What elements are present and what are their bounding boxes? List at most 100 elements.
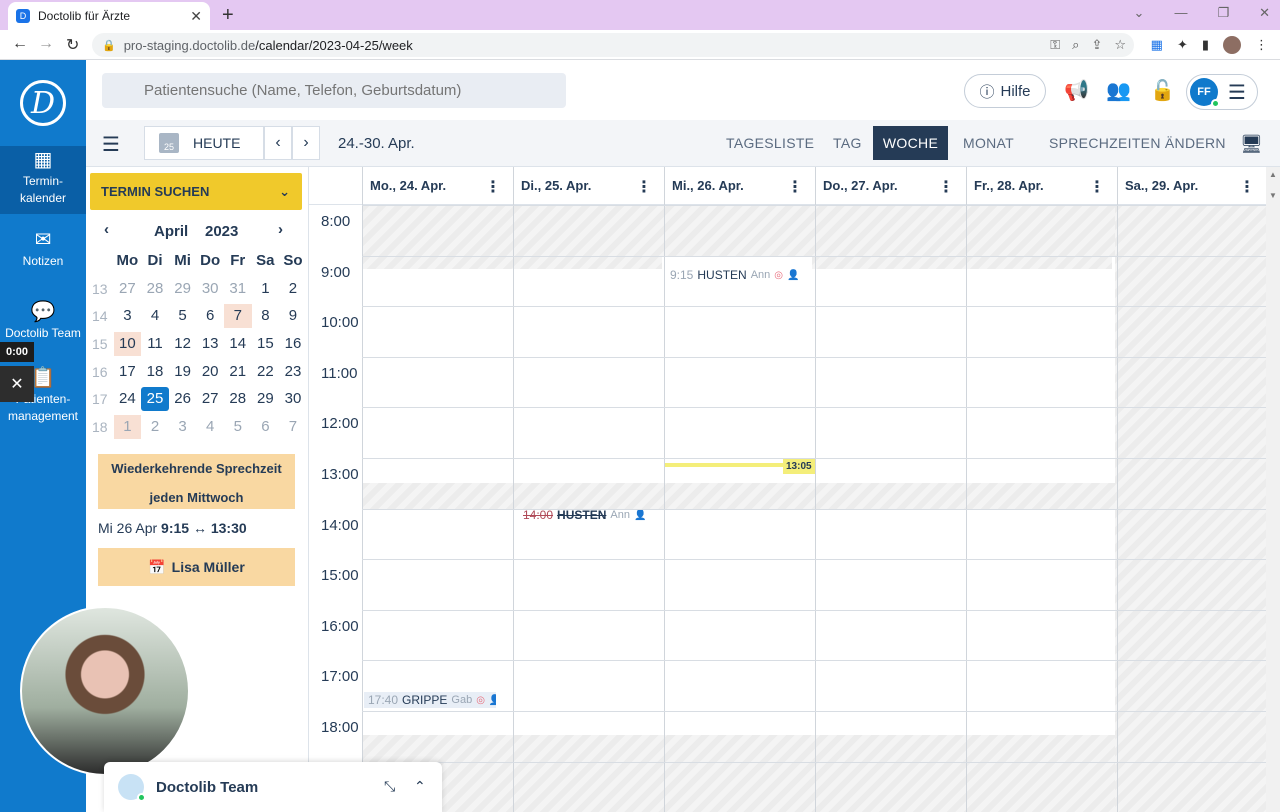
nav-item-calendar[interactable]: ▦ Termin- kalender — [0, 146, 86, 214]
next-week-button[interactable]: › — [292, 126, 320, 160]
find-appointment-button[interactable]: TERMIN SUCHEN ⌄ — [90, 173, 302, 210]
mini-day[interactable]: 6 — [196, 304, 224, 328]
nav-item-notes[interactable]: ✉ Notizen — [0, 230, 86, 270]
mini-day[interactable]: 11 — [141, 332, 169, 356]
grid-extension-icon[interactable]: ▦ — [1151, 37, 1163, 53]
star-icon[interactable]: ☆ — [1114, 37, 1126, 53]
minimize-icon[interactable]: — — [1174, 5, 1187, 21]
puzzle-icon[interactable]: ✦ — [1177, 37, 1188, 53]
mini-day[interactable]: 30 — [196, 277, 224, 301]
nav-item-team[interactable]: 💬 Doctolib Team — [0, 302, 86, 342]
mini-day[interactable]: 20 — [196, 360, 224, 384]
help-button[interactable]: ⓘ Hilfe — [964, 74, 1046, 108]
day-header-tue[interactable]: Di., 25. Apr. ⋮ — [513, 167, 664, 205]
mini-day[interactable]: 14 — [224, 332, 252, 356]
mini-day[interactable]: 16 — [279, 332, 307, 356]
mini-day[interactable]: 1 — [252, 277, 280, 301]
back-icon[interactable]: ← — [12, 35, 28, 53]
chevron-down-icon[interactable]: ⌄ — [1134, 5, 1145, 21]
appointment[interactable]: 17:40 GRIPPE Gab ◎ 👤 — [364, 692, 496, 708]
mini-day[interactable]: 27 — [114, 277, 142, 301]
mini-day[interactable]: 24 — [114, 387, 142, 411]
day-header-sat[interactable]: Sa., 29. Apr. ⋮ — [1117, 167, 1267, 205]
appointment[interactable]: 9:15 HUSTEN Ann ◎ 👤 — [666, 267, 801, 283]
more-vert-icon[interactable]: ⋮ — [787, 177, 803, 197]
users-icon[interactable]: 👥 — [1106, 78, 1131, 103]
sidepanel-icon[interactable]: ▮ — [1202, 37, 1209, 53]
key-icon[interactable]: ⚿ — [1050, 37, 1060, 53]
mini-day[interactable]: 7 — [223, 304, 252, 329]
today-button[interactable]: 25 HEUTE — [144, 126, 264, 160]
mini-day[interactable]: 28 — [141, 277, 169, 301]
mini-day[interactable]: 1 — [113, 414, 142, 439]
close-window-icon[interactable]: ✕ — [1259, 5, 1270, 21]
collapse-icon[interactable]: ⤡ — [384, 778, 395, 795]
close-icon[interactable]: ✕ — [0, 366, 34, 402]
day-header-mon[interactable]: Mo., 24. Apr. ⋮ — [362, 167, 513, 205]
monitor-icon[interactable]: 🖥 — [1240, 134, 1263, 155]
more-vert-icon[interactable]: ⋮ — [1255, 37, 1268, 53]
mini-day[interactable]: 12 — [169, 332, 197, 356]
mini-day[interactable]: 6 — [252, 415, 280, 439]
mini-day[interactable]: 28 — [224, 387, 252, 411]
menu-icon[interactable]: ☰ — [102, 132, 120, 157]
mini-day[interactable]: 31 — [224, 277, 252, 301]
mini-day[interactable]: 8 — [252, 304, 280, 328]
restore-icon[interactable]: ❐ — [1217, 5, 1229, 21]
tab-tagesliste[interactable]: TAGESLISTE — [716, 126, 824, 160]
mini-day-selected[interactable]: 25 — [141, 387, 169, 412]
mini-day[interactable]: 2 — [279, 277, 307, 301]
new-tab-icon[interactable]: + — [222, 4, 234, 27]
more-vert-icon[interactable]: ⋮ — [636, 177, 652, 197]
browser-tab[interactable]: D Doctolib für Ärzte ✕ — [8, 2, 210, 30]
mini-day[interactable]: 13 — [196, 332, 224, 356]
mini-day[interactable]: 3 — [114, 304, 142, 328]
mini-day[interactable]: 29 — [169, 277, 197, 301]
mini-day[interactable]: 26 — [169, 387, 197, 411]
mini-day[interactable]: 4 — [196, 415, 224, 439]
doctolib-logo[interactable]: D — [20, 80, 66, 126]
mini-day[interactable]: 2 — [141, 415, 169, 439]
tab-tag[interactable]: TAG — [823, 126, 872, 160]
calendar-scrollbar[interactable]: ▲ ▼ — [1266, 167, 1280, 812]
mini-day[interactable]: 4 — [141, 304, 169, 328]
patient-search-input[interactable] — [102, 73, 566, 108]
day-header-fri[interactable]: Fr., 28. Apr. ⋮ — [966, 167, 1117, 205]
more-vert-icon[interactable]: ⋮ — [485, 177, 501, 197]
mini-day[interactable]: 19 — [169, 360, 197, 384]
day-header-wed[interactable]: Mi., 26. Apr. ⋮ — [664, 167, 815, 205]
chevron-left-icon[interactable]: ‹ — [104, 221, 109, 238]
mini-day[interactable]: 5 — [169, 304, 197, 328]
profile-avatar[interactable] — [1223, 36, 1241, 54]
scroll-up-icon[interactable]: ▲ — [1269, 170, 1277, 179]
mini-day[interactable]: 5 — [224, 415, 252, 439]
scroll-down-icon[interactable]: ▼ — [1269, 191, 1277, 200]
tab-sprechzeiten[interactable]: SPRECHZEITEN ÄNDERN — [1039, 126, 1236, 160]
zoom-icon[interactable]: ⌕ — [1072, 37, 1079, 53]
more-vert-icon[interactable]: ⋮ — [938, 177, 954, 197]
mini-day[interactable]: 15 — [252, 332, 280, 356]
day-header-thu[interactable]: Do., 27. Apr. ⋮ — [815, 167, 966, 205]
mini-day[interactable]: 18 — [141, 360, 169, 384]
lock-icon[interactable]: 🔓 — [1150, 78, 1175, 103]
prev-week-button[interactable]: ‹ — [264, 126, 292, 160]
user-menu[interactable]: FF ☰ — [1186, 74, 1258, 110]
mini-day[interactable]: 21 — [224, 360, 252, 384]
tab-woche[interactable]: WOCHE — [873, 126, 948, 160]
chevron-right-icon[interactable]: › — [278, 221, 283, 238]
mini-day[interactable]: 29 — [252, 387, 280, 411]
chevron-up-icon[interactable]: ⌃ — [414, 778, 426, 795]
url-field[interactable]: 🔒 pro-staging.doctolib.de/calendar/2023-… — [92, 33, 1134, 57]
team-chat-bar[interactable]: Doctolib Team ⤡ ⌃ — [104, 762, 442, 812]
forward-icon[interactable]: → — [38, 35, 54, 53]
more-vert-icon[interactable]: ⋮ — [1089, 177, 1105, 197]
mini-day[interactable]: 7 — [279, 415, 307, 439]
megaphone-icon[interactable]: 📢 — [1064, 78, 1089, 103]
mini-day[interactable]: 3 — [169, 415, 197, 439]
mini-day[interactable]: 9 — [279, 304, 307, 328]
close-icon[interactable]: ✕ — [190, 8, 202, 25]
tab-monat[interactable]: MONAT — [953, 126, 1024, 160]
mini-day[interactable]: 23 — [279, 360, 307, 384]
share-icon[interactable]: ⇪ — [1091, 37, 1102, 53]
mini-day[interactable]: 17 — [114, 360, 142, 384]
